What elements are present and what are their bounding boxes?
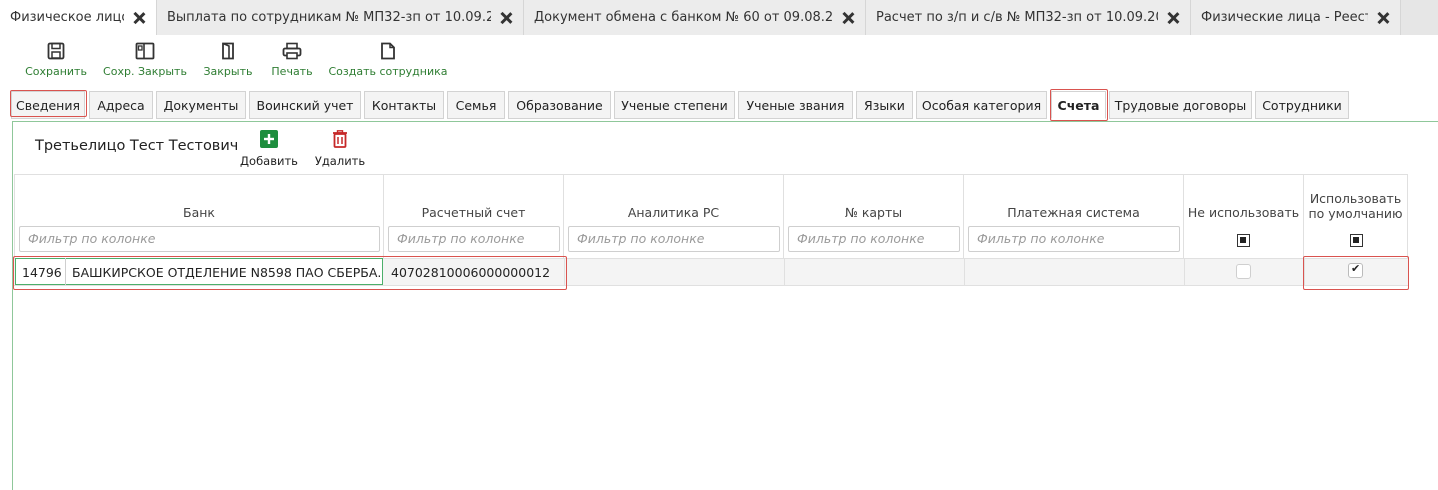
tab-special-category[interactable]: Особая категория (916, 91, 1047, 119)
doc-tab-label: Физические лица - Реестр (1201, 10, 1368, 25)
close-label: Закрыть (203, 65, 253, 78)
doc-tab-label: Документ обмена с банком № 60 от 09.08.2… (534, 10, 833, 25)
tab-accounts[interactable]: Счета (1051, 91, 1106, 119)
tab-military[interactable]: Воинский учет (249, 91, 361, 119)
column-title: Платежная система (1007, 205, 1140, 220)
doc-tab-registry[interactable]: Физические лица - Реестр (1191, 0, 1401, 35)
account-cell: 40702810006000000012 (391, 264, 551, 280)
section-tabs: Сведения Адреса Документы Воинский учет … (0, 89, 1438, 119)
close-icon[interactable] (1166, 11, 1180, 25)
tab-degrees[interactable]: Ученые степени (614, 91, 735, 119)
doc-tab-bank-exchange[interactable]: Документ обмена с банком № 60 от 09.08.2… (524, 0, 866, 35)
doc-tab-label: Выплата по сотрудникам № МП32-зп от 10.0… (167, 10, 491, 25)
save-close-icon (135, 39, 155, 63)
column-title: Не использовать (1187, 205, 1300, 220)
analytics-cell (568, 258, 780, 286)
bank-code-cell: 14796 (22, 264, 62, 280)
close-icon[interactable] (1376, 11, 1390, 25)
close-button[interactable]: Закрыть (203, 39, 253, 78)
add-label: Добавить (240, 154, 298, 168)
document-tabs: Физическое лицо Выплата по сотрудникам №… (0, 0, 1438, 35)
column-title-line: по умолчанию (1308, 206, 1403, 221)
doc-tab-payment[interactable]: Выплата по сотрудникам № МП32-зп от 10.0… (157, 0, 524, 35)
delete-label: Удалить (314, 154, 366, 168)
close-icon[interactable] (841, 11, 855, 25)
bank-name-cell: БАШКИРСКОЕ ОТДЕЛЕНИЕ N8598 ПАО СБЕРБА... (72, 264, 380, 280)
filter-account-input[interactable]: Фильтр по колонке (388, 226, 560, 252)
save-label: Сохранить (25, 65, 87, 78)
printer-icon (282, 39, 302, 63)
close-icon[interactable] (499, 11, 513, 25)
column-title: Банк (183, 205, 215, 220)
tab-info[interactable]: Сведения (11, 91, 85, 119)
tab-education[interactable]: Образование (508, 91, 611, 119)
default-checkbox[interactable] (1348, 262, 1363, 278)
create-employee-label: Создать сотрудника (328, 65, 448, 78)
tab-languages[interactable]: Языки (856, 91, 913, 119)
filter-payment-system-input[interactable]: Фильтр по колонке (968, 226, 1180, 252)
tab-contacts[interactable]: Контакты (364, 91, 444, 119)
print-button[interactable]: Печать (270, 39, 314, 78)
door-icon (220, 39, 236, 63)
column-title: Аналитика РС (627, 205, 720, 220)
save-button[interactable]: Сохранить (25, 39, 87, 78)
delete-button[interactable]: Удалить (314, 130, 366, 168)
doc-tab-salary-calc[interactable]: Расчет по з/п и с/в № МП32-зп от 10.09.2… (866, 0, 1191, 35)
toolbar: Сохранить Сохр. Закрыть Закрыть Печать С… (0, 35, 1438, 85)
filter-card-input[interactable]: Фильтр по колонке (788, 226, 960, 252)
not-use-checkbox[interactable] (1236, 264, 1251, 279)
filter-bank-input[interactable]: Фильтр по колонке (19, 226, 380, 252)
doc-tab-label: Расчет по з/п и с/в № МП32-зп от 10.09.2… (876, 10, 1158, 25)
payment-system-cell (968, 258, 1180, 286)
close-icon[interactable] (132, 11, 146, 25)
tab-addresses[interactable]: Адреса (89, 91, 153, 119)
tab-labor-contracts[interactable]: Трудовые договоры (1109, 91, 1252, 119)
doc-tab-label: Физическое лицо (10, 10, 124, 25)
column-title-line: Использовать (1309, 191, 1402, 206)
tab-family[interactable]: Семья (447, 91, 505, 119)
print-label: Печать (271, 65, 313, 78)
tab-documents[interactable]: Документы (156, 91, 246, 119)
column-title: № карты (844, 205, 903, 220)
add-button[interactable]: Добавить (240, 130, 298, 168)
filter-analytics-input[interactable]: Фильтр по колонке (568, 226, 780, 252)
person-name: Третьелицо Тест Тестович (35, 138, 239, 154)
doc-tab-individual[interactable]: Физическое лицо (0, 0, 157, 35)
create-employee-button[interactable]: Создать сотрудника (329, 39, 448, 78)
column-title: Расчетный счет (421, 205, 526, 220)
filter-not-use-checkbox[interactable] (1237, 234, 1250, 247)
document-icon (380, 39, 396, 63)
save-close-label: Сохр. Закрыть (103, 65, 187, 78)
floppy-disk-icon (47, 39, 65, 63)
tab-employees[interactable]: Сотрудники (1255, 91, 1349, 119)
plus-icon (259, 130, 279, 152)
trash-icon (331, 130, 349, 152)
filter-default-checkbox[interactable] (1350, 234, 1363, 247)
card-cell (788, 258, 960, 286)
save-close-button[interactable]: Сохр. Закрыть (103, 39, 187, 78)
tab-titles[interactable]: Ученые звания (738, 91, 853, 119)
